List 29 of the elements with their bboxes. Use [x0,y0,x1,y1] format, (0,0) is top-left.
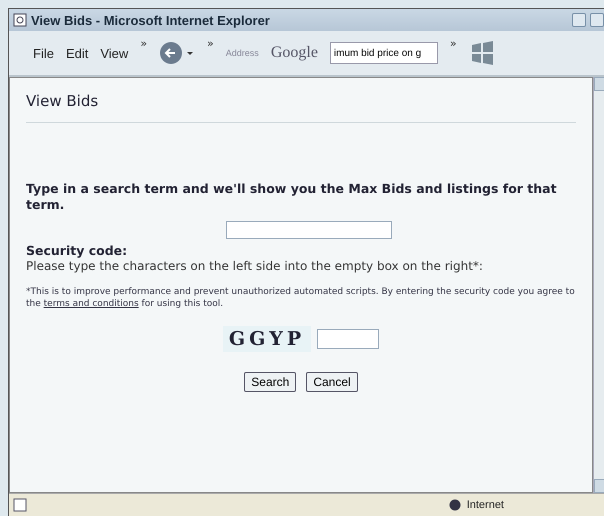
security-instructions: Please type the characters on the left side into the empty box on the right*: [26,258,484,274]
globe-icon [448,499,461,511]
search-field[interactable]: imum bid price on g [330,42,438,64]
minimize-button[interactable] [572,13,586,27]
menu-item[interactable]: Edit [66,46,88,60]
window-title: View Bids - Microsoft Internet Explorer [31,12,271,28]
menu-item[interactable]: View [100,46,128,60]
address-label: Address [226,48,259,58]
captcha-image: GGYP [222,326,312,352]
chevron[interactable]: » [140,37,148,50]
chevron[interactable]: » [207,37,214,50]
security-code-field[interactable] [317,329,380,349]
search-term-field[interactable] [226,221,392,239]
cancel-button[interactable]: Cancel [306,372,358,392]
security-code-label: Security code: [26,243,128,258]
scrollbar[interactable] [593,77,604,493]
security-zone: Internet [466,499,504,511]
footnote: *This is to improve performance and prevent unauthorized automated scripts. By entering the security code you agree to the terms and conditions for using this tool. [26,286,576,310]
page-heading: View Bids [26,92,576,123]
page-icon [13,498,27,512]
terms-link[interactable]: terms and conditions [44,299,139,309]
chevron[interactable]: » [450,37,457,50]
search-brand[interactable]: Google [270,44,318,62]
search-prompt: Type in a search term and we'll show you the Max Bids and listings for that term. [26,181,558,213]
back-arrow-icon[interactable] [159,41,196,65]
search-button[interactable]: Search [244,372,296,392]
menu-item[interactable]: File [33,46,54,60]
page-icon [13,13,27,27]
maximize-button[interactable] [590,13,604,27]
